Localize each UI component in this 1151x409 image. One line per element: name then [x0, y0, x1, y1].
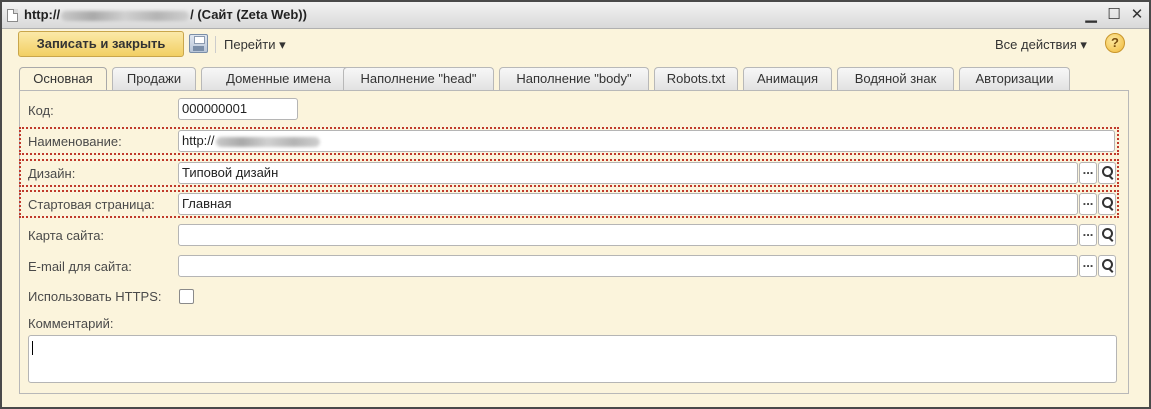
start-page-select-button[interactable]: ... [1079, 193, 1097, 215]
name-field[interactable]: http:// [178, 130, 1115, 152]
help-icon[interactable]: ? [1105, 33, 1125, 53]
minimize-button[interactable]: ▁ [1082, 6, 1100, 24]
save-icon[interactable] [189, 34, 208, 53]
start-page-search-icon[interactable] [1098, 193, 1116, 215]
code-label: Код: [28, 103, 54, 118]
sitemap-label: Карта сайта: [28, 228, 105, 243]
tab-domain-names[interactable]: Доменные имена [201, 67, 356, 90]
design-select-button[interactable]: ... [1079, 162, 1097, 184]
sitemap-search-icon[interactable] [1098, 224, 1116, 246]
email-select-button[interactable]: ... [1079, 255, 1097, 277]
tab-watermark[interactable]: Водяной знак [837, 67, 954, 90]
code-field[interactable]: 000000001 [178, 98, 298, 120]
design-field[interactable]: Типовой дизайн [178, 162, 1078, 184]
redacted-name-blur [215, 136, 320, 147]
name-field-prefix: http:// [182, 133, 215, 148]
start-page-label: Стартовая страница: [28, 197, 155, 212]
toolbar-separator [215, 36, 216, 53]
comment-label: Комментарий: [28, 316, 114, 331]
start-page-field[interactable]: Главная [178, 193, 1078, 215]
design-search-icon[interactable] [1098, 162, 1116, 184]
redacted-url-blur [61, 10, 190, 21]
tab-head-content[interactable]: Наполнение "head" [343, 67, 494, 90]
toolbar: Записать и закрыть Перейти ▾ Все действи… [2, 29, 1149, 61]
sitemap-select-button[interactable]: ... [1079, 224, 1097, 246]
maximize-button[interactable]: ☐ [1105, 6, 1123, 24]
email-search-icon[interactable] [1098, 255, 1116, 277]
goto-menu[interactable]: Перейти ▾ [224, 37, 286, 53]
design-label: Дизайн: [28, 166, 76, 181]
tab-body-content[interactable]: Наполнение "body" [499, 67, 649, 90]
window-title-suffix: / (Сайт (Zeta Web)) [190, 7, 307, 22]
tab-authorizations[interactable]: Авторизации [959, 67, 1070, 90]
tab-animation[interactable]: Анимация [743, 67, 832, 90]
save-and-close-button[interactable]: Записать и закрыть [18, 31, 184, 57]
sitemap-field[interactable] [178, 224, 1078, 246]
https-checkbox[interactable] [179, 289, 194, 304]
close-button[interactable]: ✕ [1128, 6, 1146, 24]
title-bar: http:// / (Сайт (Zeta Web)) ▁ ☐ ✕ [2, 2, 1149, 29]
window-title-prefix: http:// [24, 7, 61, 22]
comment-textarea[interactable] [28, 335, 1117, 383]
text-caret [32, 341, 33, 355]
all-actions-menu[interactable]: Все действия ▾ [995, 37, 1087, 53]
name-label: Наименование: [28, 134, 122, 149]
email-label: E-mail для сайта: [28, 259, 132, 274]
tab-main[interactable]: Основная [19, 67, 107, 91]
tab-sales[interactable]: Продажи [112, 67, 196, 90]
tab-robots-txt[interactable]: Robots.txt [654, 67, 738, 90]
form-window: http:// / (Сайт (Zeta Web)) ▁ ☐ ✕ Записат… [0, 0, 1151, 409]
document-icon [7, 9, 18, 22]
email-field[interactable] [178, 255, 1078, 277]
window-title: http:// / (Сайт (Zeta Web)) [24, 7, 307, 22]
https-label: Использовать HTTPS: [28, 289, 162, 304]
